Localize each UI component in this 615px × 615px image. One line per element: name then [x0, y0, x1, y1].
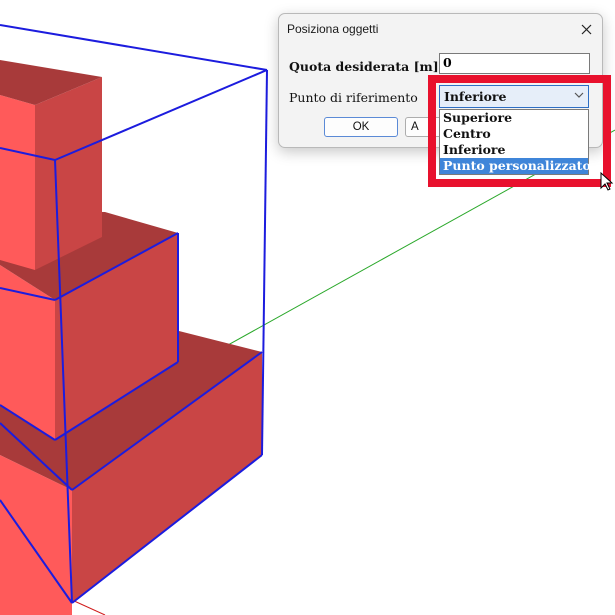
dialog-title: Posiziona oggetti: [287, 22, 379, 36]
option-superiore[interactable]: Superiore: [440, 110, 588, 126]
option-punto-personalizzato[interactable]: Punto personalizzato: [440, 158, 591, 174]
top-tier-side: [35, 77, 102, 270]
riferimento-dropdown[interactable]: Inferiore: [439, 85, 589, 108]
close-button[interactable]: [572, 16, 600, 42]
riferimento-label: Punto di riferimento: [289, 90, 418, 105]
ok-button[interactable]: OK: [324, 117, 398, 137]
mouse-cursor-icon: [600, 172, 614, 191]
red-axis-line: [71, 599, 106, 615]
chevron-down-icon: [574, 92, 584, 98]
quota-input[interactable]: 0: [439, 53, 590, 74]
dropdown-selected-value: Inferiore: [444, 89, 507, 104]
close-icon: [581, 24, 591, 34]
dropdown-list: Superiore Centro Inferiore Punto persona…: [439, 109, 591, 175]
option-centro[interactable]: Centro: [440, 126, 588, 142]
top-tier-front: [0, 95, 35, 270]
option-inferiore[interactable]: Inferiore: [440, 142, 588, 158]
quota-label: Quota desiderata [m] =: [289, 59, 454, 74]
